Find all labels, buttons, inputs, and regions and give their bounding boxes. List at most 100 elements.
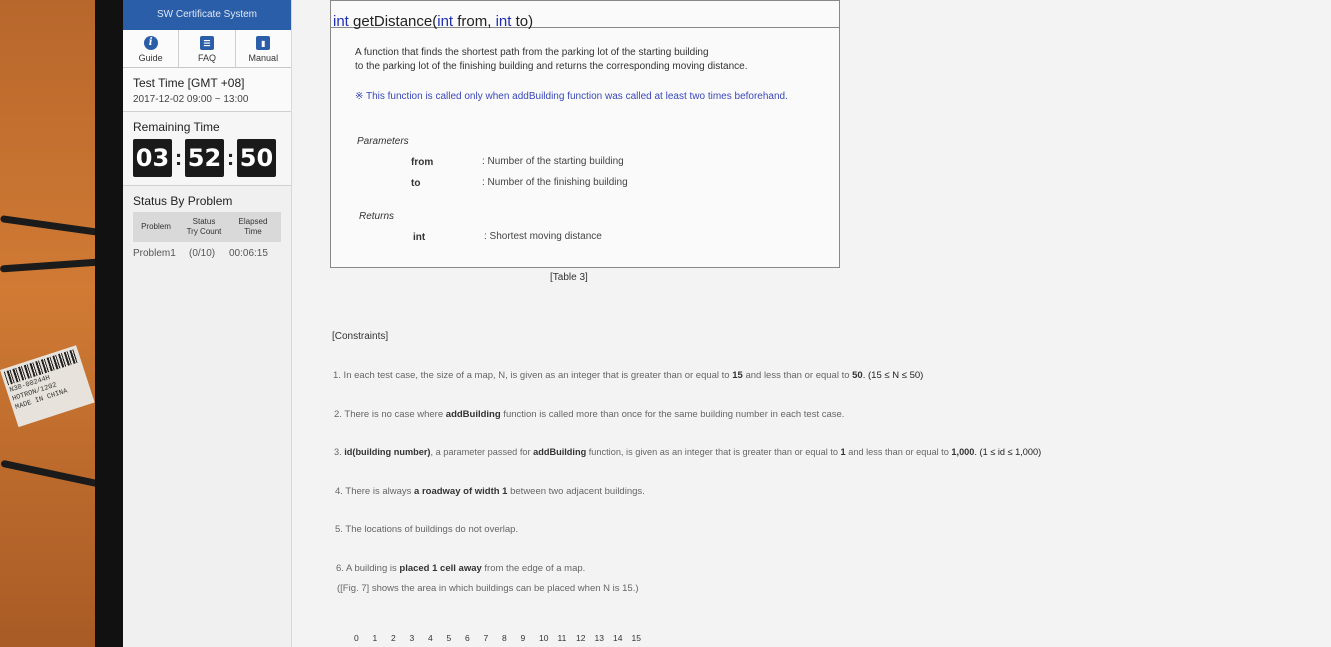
constraint-2: 2. There is no case where addBuilding fu… <box>334 409 844 420</box>
problem-content: int getDistance(int from, int to) A func… <box>330 0 1331 647</box>
axis-number: 8 <box>502 633 507 643</box>
timer-separator: : <box>226 145 235 170</box>
constraint-6: 6. A building is placed 1 cell away from… <box>336 563 585 574</box>
param-to-desc: : Number of the finishing building <box>482 177 628 188</box>
header-elapsed: Elapsed Time <box>229 217 277 237</box>
param-type: int <box>495 13 512 30</box>
description-line: A function that finds the shortest path … <box>355 47 709 58</box>
status-label: Status By Problem <box>133 194 233 208</box>
description-line: to the parking lot of the finishing buil… <box>355 61 748 72</box>
constraint-value: 50 <box>852 370 863 381</box>
remaining-time-panel: Remaining Time 03 : 52 : 50 <box>123 112 291 186</box>
tool-row: i Guide ☰ FAQ ▮ Manual <box>123 30 291 68</box>
constraint-text: and less than or equal to <box>742 370 853 381</box>
status-by-problem-panel: Status By Problem Problem Status Try Cou… <box>123 186 291 272</box>
constraints-header: [Constraints] <box>332 331 389 342</box>
remaining-time-label: Remaining Time <box>133 120 220 134</box>
constraint-text: , a parameter passed for <box>430 447 534 457</box>
constraint-6-note: ([Fig. 7] shows the area in which buildi… <box>337 583 639 594</box>
elapsed-time: 00:06:15 <box>229 247 268 259</box>
system-title: SW Certificate System <box>123 0 291 30</box>
axis-number: 15 <box>631 633 641 643</box>
constraint-keyword: addBuilding <box>445 409 501 420</box>
guide-button[interactable]: i Guide <box>123 30 180 67</box>
constraint-5: 5. The locations of buildings do not ove… <box>335 524 519 535</box>
timer-separator: : <box>174 145 183 170</box>
constraint-text: 3. <box>334 447 345 457</box>
problem-name: Problem1 <box>133 247 176 259</box>
constraint-4: 4. There is always a roadway of width 1 … <box>335 486 645 497</box>
status-row-problem1[interactable]: Problem1 (0/10) 00:06:15 <box>133 242 281 264</box>
constraint-text: from the edge of a map. <box>481 563 586 574</box>
test-time-panel: Test Time [GMT +08] 2017-12-02 09:00 ~ 1… <box>123 68 291 112</box>
sidebar: SW Certificate System i Guide ☰ FAQ ▮ Ma… <box>123 0 292 647</box>
constraint-keyword: addBuilding <box>533 447 587 457</box>
param-from-desc: : Number of the starting building <box>482 156 624 167</box>
constraint-text: 1. In each test case, the size of a map,… <box>333 370 733 381</box>
axis-number: 0 <box>354 633 359 643</box>
constraint-3: 3. id(building number), a parameter pass… <box>334 447 1041 457</box>
constraint-text: 6. A building is <box>336 563 400 574</box>
header-elapsed-line: Elapsed <box>238 217 268 226</box>
header-status: Status Try Count <box>179 217 229 237</box>
try-count: (0/10) <box>189 247 216 259</box>
faq-label: FAQ <box>197 53 216 63</box>
axis-number: 10 <box>539 633 549 643</box>
axis-number: 5 <box>446 633 452 643</box>
timer-minutes: 52 <box>185 139 224 177</box>
return-type: int <box>333 13 349 30</box>
return-desc: : Shortest moving distance <box>484 231 602 242</box>
figure-axis-numbers: 0 1 2 3 4 5 6 7 8 9 10 11 12 13 14 15 <box>354 633 650 643</box>
constraint-text: between two adjacent buildings. <box>507 486 645 497</box>
faq-button[interactable]: ☰ FAQ <box>179 30 236 67</box>
test-time-value: 2017-12-02 09:00 ~ 13:00 <box>133 94 249 105</box>
header-problem: Problem <box>141 222 171 231</box>
countdown-timer: 03 : 52 : 50 <box>133 139 281 177</box>
orange-wall <box>0 0 95 647</box>
status-table-header: Problem Status Try Count Elapsed Time <box>133 212 281 242</box>
constraint-text: and less than or equal to <box>845 447 952 457</box>
header-try-count: Try Count <box>186 227 222 236</box>
param-name: to) <box>511 13 534 30</box>
constraint-text: . (15 ≤ N ≤ 50) <box>862 370 924 381</box>
axis-number: 14 <box>613 633 623 643</box>
constraint-keyword: a roadway of width 1 <box>414 486 508 497</box>
constraint-text: 4. There is always <box>335 486 415 497</box>
function-name: getDistance( <box>353 13 438 30</box>
param-name: from, <box>453 13 496 30</box>
book-icon: ▮ <box>256 36 271 50</box>
axis-number: 2 <box>391 633 396 643</box>
header-time-line: Time <box>244 227 262 236</box>
screen: SW Certificate System i Guide ☰ FAQ ▮ Ma… <box>123 0 1331 647</box>
manual-button[interactable]: ▮ Manual <box>236 30 291 67</box>
constraint-text: function, is given as an integer that is… <box>586 447 841 457</box>
list-icon: ☰ <box>199 36 214 50</box>
param-type: int <box>437 13 454 30</box>
return-type-name: int <box>413 232 426 243</box>
header-status-line: Status <box>192 217 216 226</box>
constraint-1: 1. In each test case, the size of a map,… <box>333 370 923 381</box>
guide-label: Guide <box>138 53 163 63</box>
function-description: A function that finds the shortest path … <box>355 46 747 74</box>
param-from-name: from <box>411 157 434 168</box>
axis-number: 13 <box>594 633 604 643</box>
constraint-value: 15 <box>732 370 743 381</box>
axis-number: 3 <box>409 633 415 643</box>
test-time-label: Test Time [GMT +08] <box>133 76 245 90</box>
constraint-keyword: id(building number) <box>344 447 431 457</box>
axis-number: 7 <box>483 633 489 643</box>
function-signature: int getDistance(int from, int to) <box>331 1 839 30</box>
constraint-value: 1,000 <box>951 447 975 457</box>
axis-number: 9 <box>520 633 526 643</box>
axis-number: 11 <box>557 633 567 643</box>
timer-seconds: 50 <box>237 139 276 177</box>
manual-label: Manual <box>248 53 279 63</box>
table-caption: [Table 3] <box>550 272 588 283</box>
function-spec-table: int getDistance(int from, int to) A func… <box>330 0 840 268</box>
constraint-keyword: placed 1 cell away <box>399 563 482 574</box>
constraint-text: 2. There is no case where <box>334 409 446 420</box>
returns-label: Returns <box>359 211 395 222</box>
param-to-name: to <box>411 178 421 189</box>
info-icon: i <box>143 36 158 50</box>
axis-number: 1 <box>372 633 378 643</box>
